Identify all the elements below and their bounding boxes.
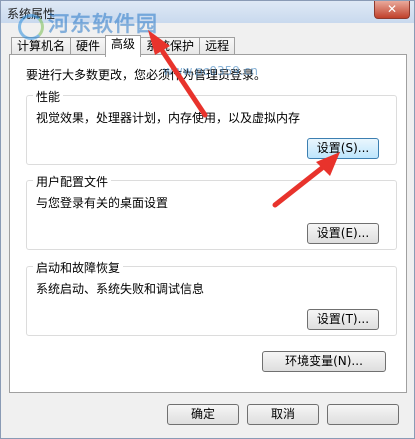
close-button[interactable]: ✕ bbox=[374, 1, 410, 19]
advanced-tab-panel: 要进行大多数更改，您必须作为管理员登录。 性能 视觉效果，处理器计划，内存使用，… bbox=[9, 54, 407, 393]
startup-recovery-title: 启动和故障恢复 bbox=[33, 259, 124, 276]
user-profile-group: 用户配置文件 与您登录有关的桌面设置 设置(E)... bbox=[26, 173, 397, 250]
ok-button[interactable]: 确定 bbox=[167, 404, 239, 425]
tab-bar: 计算机名 硬件 高级 系统保护 远程 bbox=[11, 35, 236, 57]
close-icon: ✕ bbox=[386, 2, 398, 16]
startup-recovery-desc: 系统启动、系统失败和调试信息 bbox=[36, 282, 205, 296]
user-profile-desc: 与您登录有关的桌面设置 bbox=[36, 196, 169, 210]
window-title: 系统属性 bbox=[7, 7, 56, 21]
startup-recovery-group: 启动和故障恢复 系统启动、系统失败和调试信息 设置(T)... bbox=[26, 259, 397, 336]
performance-settings-button[interactable]: 设置(S)... bbox=[307, 138, 379, 159]
performance-group: 性能 视觉效果，处理器计划，内存使用，以及虚拟内存 设置(S)... bbox=[26, 88, 397, 165]
title-bar[interactable]: 系统属性 ✕ bbox=[1, 1, 414, 23]
startup-recovery-settings-button[interactable]: 设置(T)... bbox=[307, 309, 379, 330]
performance-desc: 视觉效果，处理器计划，内存使用，以及虚拟内存 bbox=[36, 111, 301, 125]
cancel-button[interactable]: 取消 bbox=[247, 404, 319, 425]
tab-advanced[interactable]: 高级 bbox=[105, 35, 142, 57]
performance-title: 性能 bbox=[33, 88, 64, 105]
system-properties-window: 系统属性 ✕ 计算机名 硬件 高级 系统保护 远程 要进行大多数更改，您必须作为… bbox=[0, 0, 415, 439]
admin-note: 要进行大多数更改，您必须作为管理员登录。 bbox=[26, 68, 267, 82]
environment-variables-button[interactable]: 环境变量(N)... bbox=[262, 351, 386, 372]
apply-button[interactable] bbox=[327, 404, 399, 425]
user-profile-settings-button[interactable]: 设置(E)... bbox=[307, 223, 379, 244]
user-profile-title: 用户配置文件 bbox=[33, 173, 112, 190]
